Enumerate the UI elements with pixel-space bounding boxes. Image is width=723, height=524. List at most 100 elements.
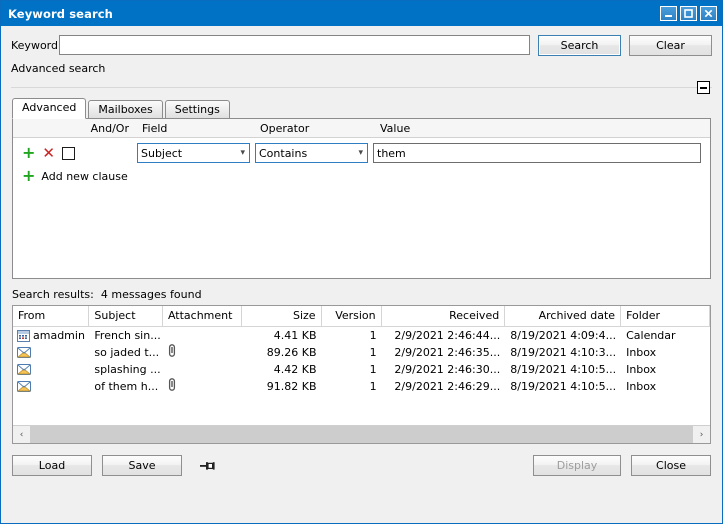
plus-icon: + [22, 169, 35, 183]
cell-size: 4.41 KB [242, 328, 321, 344]
scroll-right-arrow-icon[interactable]: › [693, 426, 710, 443]
clause-group-checkbox[interactable] [62, 147, 75, 160]
results-grid-body: amadmin French sin... 4.41 KB 1 2/9/2021… [13, 327, 710, 425]
field-select-value: Subject [141, 147, 182, 160]
cell-from [13, 381, 89, 392]
add-clause-icon[interactable]: + [22, 146, 35, 160]
divider [11, 87, 712, 88]
save-button[interactable]: Save [102, 455, 182, 476]
column-header-subject[interactable]: Subject [89, 306, 163, 326]
table-row[interactable]: of them h... 91.82 KB 1 2/9/2021 2:46:29… [13, 378, 710, 395]
results-horizontal-scrollbar[interactable]: ‹ › [13, 425, 710, 443]
table-row[interactable]: so jaded t... 89.26 KB 1 2/9/2021 2:46:3… [13, 344, 710, 361]
cell-archived-date: 8/19/2021 4:10:5... [505, 362, 621, 378]
calendar-icon [17, 330, 30, 342]
close-button[interactable] [700, 6, 717, 21]
cell-from-text: amadmin [33, 328, 85, 344]
cell-version: 1 [322, 362, 382, 378]
footer-bar: Load Save Display Close [1, 444, 722, 476]
clause-row: + ✕ Subject ▾ Contains ▾ [13, 138, 710, 166]
column-header-folder[interactable]: Folder [621, 306, 710, 326]
cell-size: 4.42 KB [242, 362, 321, 378]
tab-advanced[interactable]: Advanced [12, 98, 86, 119]
keyword-search-window: Keyword search Keyword: Search Clear Adv… [0, 0, 723, 524]
clause-header-operator: Operator [255, 122, 375, 135]
column-header-attachment[interactable]: Attachment [163, 306, 242, 326]
cell-folder: Inbox [621, 345, 710, 361]
table-row[interactable]: amadmin French sin... 4.41 KB 1 2/9/2021… [13, 327, 710, 344]
cell-subject: splashing ... [89, 362, 163, 378]
delete-clause-icon[interactable]: ✕ [42, 146, 55, 160]
results-grid: From Subject Attachment Size Version Rec… [12, 305, 711, 444]
window-title: Keyword search [8, 7, 113, 21]
search-results-summary: Search results: 4 messages found [1, 279, 722, 305]
cell-attachment [163, 344, 242, 362]
tab-settings[interactable]: Settings [165, 100, 230, 120]
cell-received: 2/9/2021 2:46:44... [382, 328, 506, 344]
paperclip-icon [168, 381, 176, 394]
cell-from [13, 364, 89, 375]
collapse-toggle-button[interactable] [697, 81, 710, 94]
cell-folder: Calendar [621, 328, 710, 344]
chevron-down-icon: ▾ [240, 148, 245, 158]
column-header-archived-date[interactable]: Archived date [505, 306, 621, 326]
add-new-clause-row[interactable]: + Add new clause [13, 166, 710, 186]
cell-archived-date: 8/19/2021 4:09:4... [505, 328, 621, 344]
minus-icon [700, 87, 707, 89]
operator-select-value: Contains [259, 147, 307, 160]
add-new-clause-label: Add new clause [41, 170, 127, 183]
maximize-button[interactable] [680, 6, 697, 21]
pin-icon[interactable] [200, 460, 215, 472]
advanced-collapse-row [1, 80, 722, 95]
table-row[interactable]: splashing ... 4.42 KB 1 2/9/2021 2:46:30… [13, 361, 710, 378]
keyword-input[interactable] [59, 35, 530, 55]
paperclip-icon [168, 347, 176, 360]
clause-header-field: Field [137, 122, 255, 135]
cell-version: 1 [322, 328, 382, 344]
minimize-button[interactable] [660, 6, 677, 21]
advanced-tab-panel: And/Or Field Operator Value + ✕ Subject … [12, 118, 711, 279]
column-header-from[interactable]: From [13, 306, 89, 326]
load-button[interactable]: Load [12, 455, 92, 476]
scroll-left-arrow-icon[interactable]: ‹ [13, 426, 30, 443]
advanced-search-label: Advanced search [1, 56, 722, 75]
clause-header-andor: And/Or [75, 122, 137, 135]
envelope-icon [17, 347, 31, 358]
field-select[interactable]: Subject ▾ [137, 143, 250, 163]
cell-received: 2/9/2021 2:46:35... [382, 345, 506, 361]
column-header-size[interactable]: Size [242, 306, 321, 326]
column-header-received[interactable]: Received [382, 306, 506, 326]
tab-mailboxes[interactable]: Mailboxes [88, 100, 162, 120]
cell-subject: of them h... [89, 379, 163, 395]
cell-from: amadmin [13, 328, 89, 344]
cell-size: 89.26 KB [242, 345, 321, 361]
clause-header-row: And/Or Field Operator Value [13, 119, 710, 138]
column-header-version[interactable]: Version [322, 306, 382, 326]
cell-subject: so jaded t... [89, 345, 163, 361]
cell-received: 2/9/2021 2:46:30... [382, 362, 506, 378]
scrollbar-track[interactable] [30, 426, 693, 443]
cell-folder: Inbox [621, 362, 710, 378]
search-button[interactable]: Search [538, 35, 621, 56]
cell-version: 1 [322, 379, 382, 395]
keyword-row: Keyword: Search Clear [1, 26, 722, 56]
cell-version: 1 [322, 345, 382, 361]
operator-select[interactable]: Contains ▾ [255, 143, 368, 163]
display-button[interactable]: Display [533, 455, 621, 476]
clause-row-actions: + ✕ [13, 146, 137, 160]
cell-from [13, 347, 89, 358]
keyword-label: Keyword: [11, 39, 59, 52]
window-content: Keyword: Search Clear Advanced search Ad… [1, 26, 722, 523]
chevron-down-icon: ▾ [358, 148, 363, 158]
close-dialog-button[interactable]: Close [631, 455, 711, 476]
cell-size: 91.82 KB [242, 379, 321, 395]
cell-subject: French sin... [89, 328, 163, 344]
search-results-label: Search results: [12, 288, 94, 301]
title-bar: Keyword search [1, 1, 722, 26]
value-input[interactable] [373, 143, 701, 163]
clear-button[interactable]: Clear [629, 35, 712, 56]
cell-archived-date: 8/19/2021 4:10:5... [505, 379, 621, 395]
envelope-icon [17, 381, 31, 392]
scrollbar-thumb[interactable] [30, 426, 693, 443]
cell-archived-date: 8/19/2021 4:10:3... [505, 345, 621, 361]
